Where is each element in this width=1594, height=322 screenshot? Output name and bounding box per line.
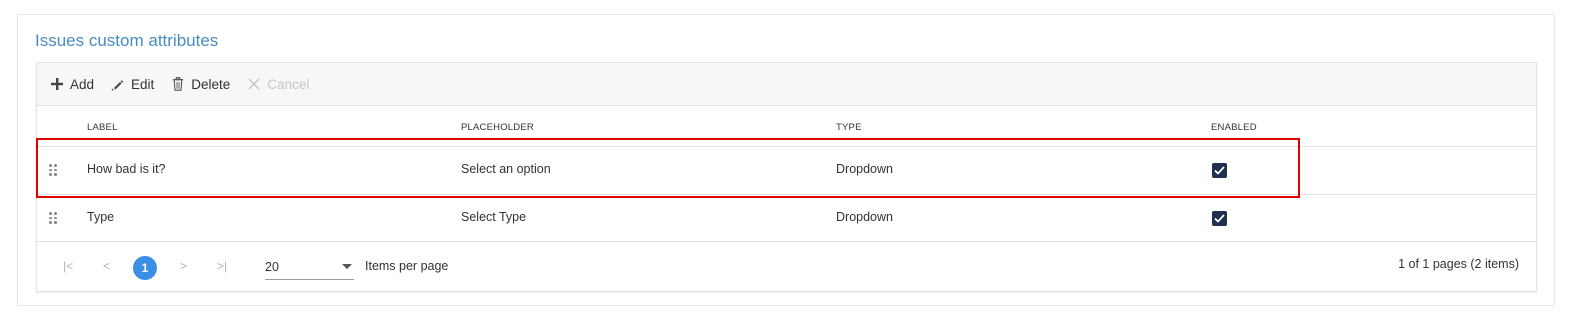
page-size-value: 20	[265, 260, 279, 274]
caret-down-icon	[342, 264, 352, 269]
add-label: Add	[70, 76, 95, 92]
last-page-button[interactable]: >|	[217, 259, 227, 273]
next-page-button[interactable]: >	[180, 259, 187, 273]
enabled-checkbox[interactable]	[1212, 163, 1227, 178]
grid-toolbar: Add Edit Delete Cancel	[37, 63, 1536, 106]
column-header-label[interactable]: LABEL	[87, 122, 118, 133]
table-row[interactable]: Type Select Type Dropdown	[37, 195, 1536, 242]
cell-type: Dropdown	[836, 162, 893, 176]
edit-label: Edit	[131, 76, 155, 92]
column-header-enabled[interactable]: ENABLED	[1211, 122, 1257, 133]
checkmark-icon	[1214, 214, 1225, 223]
add-button[interactable]: Add	[50, 77, 94, 92]
table-header: LABEL PLACEHOLDER TYPE ENABLED	[37, 106, 1536, 147]
cell-label: Type	[87, 210, 115, 224]
custom-attributes-panel: Issues custom attributes Add Edit Delete	[17, 14, 1555, 306]
page-1-button[interactable]: 1	[133, 256, 157, 280]
page-size-label: Items per page	[365, 259, 449, 273]
drag-handle-icon[interactable]	[49, 212, 59, 224]
column-header-placeholder[interactable]: PLACEHOLDER	[461, 122, 534, 133]
cancel-label: Cancel	[267, 76, 310, 92]
checkmark-icon	[1214, 166, 1225, 175]
enabled-checkbox[interactable]	[1212, 211, 1227, 226]
pager-info: 1 of 1 pages (2 items)	[1398, 257, 1519, 271]
pager: |< < 1 > >| 20 Items per page 1 of 1 pag…	[37, 242, 1536, 293]
delete-label: Delete	[191, 76, 231, 92]
drag-handle-icon[interactable]	[49, 164, 59, 176]
column-header-type[interactable]: TYPE	[836, 122, 862, 133]
cell-label: How bad is it?	[87, 162, 166, 176]
delete-button[interactable]: Delete	[171, 77, 230, 92]
table-row[interactable]: How bad is it? Select an option Dropdown	[37, 147, 1536, 195]
prev-page-button[interactable]: <	[103, 259, 110, 273]
first-page-button[interactable]: |<	[63, 259, 73, 273]
edit-button[interactable]: Edit	[111, 77, 154, 92]
cell-placeholder: Select an option	[461, 162, 551, 176]
page-size-select[interactable]: 20	[265, 254, 354, 280]
cell-type: Dropdown	[836, 210, 893, 224]
pencil-icon	[111, 77, 125, 91]
panel-title: Issues custom attributes	[35, 31, 219, 50]
plus-icon	[50, 77, 64, 91]
x-icon	[247, 77, 261, 91]
attributes-grid: Add Edit Delete Cancel LABEL PLACEHOLDER…	[36, 62, 1537, 292]
cell-placeholder: Select Type	[461, 210, 527, 224]
cancel-button[interactable]: Cancel	[247, 77, 309, 92]
trash-icon	[171, 77, 185, 91]
